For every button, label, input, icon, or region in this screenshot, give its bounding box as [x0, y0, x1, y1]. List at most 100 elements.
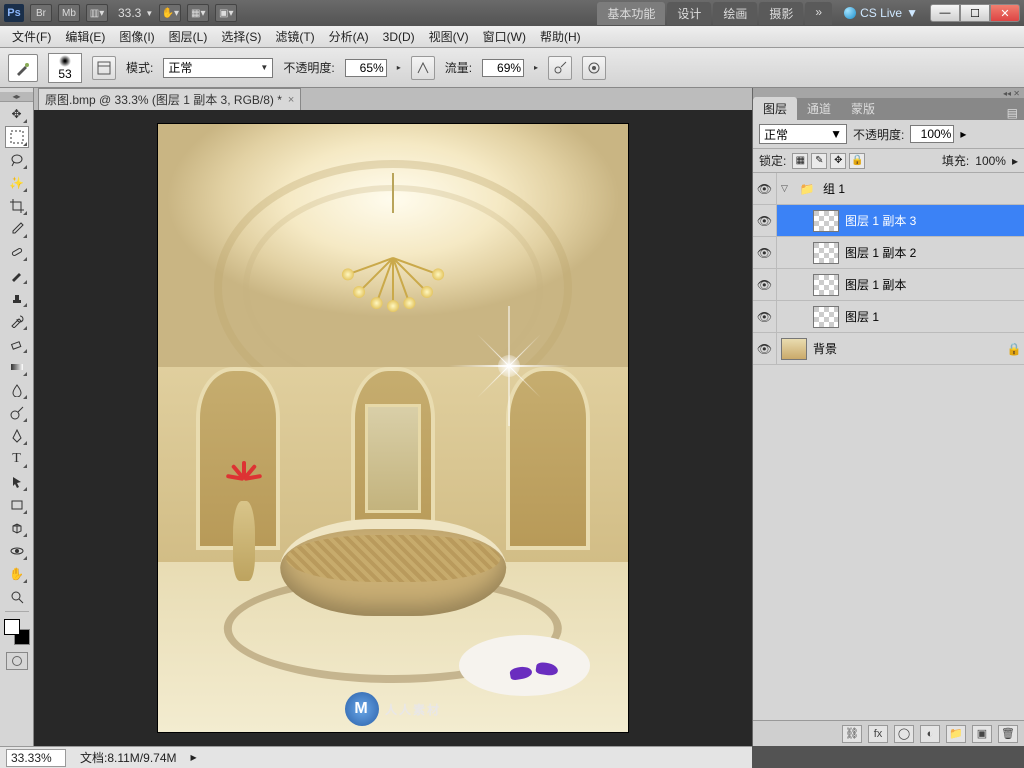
layer-name[interactable]: 图层 1 [845, 308, 879, 325]
zoom-tool[interactable] [5, 586, 29, 608]
screen-mode-button[interactable]: ▣▾ [215, 4, 237, 22]
opacity-flyout-icon[interactable]: ▸ [960, 127, 966, 141]
close-button[interactable]: ✕ [990, 4, 1020, 22]
layer-thumbnail[interactable] [781, 338, 807, 360]
workspace-photography[interactable]: 摄影 [759, 2, 803, 25]
visibility-toggle[interactable]: 👁 [753, 301, 777, 332]
flow-input[interactable] [482, 59, 524, 77]
canvas[interactable]: M 人人素材 [34, 110, 752, 746]
new-layer-button[interactable]: ▣ [972, 725, 992, 743]
tab-channels[interactable]: 通道 [797, 97, 841, 120]
minimize-button[interactable]: — [930, 4, 960, 22]
layer-row[interactable]: 👁 图层 1 副本 3 [753, 205, 1024, 237]
eyedropper-tool[interactable] [5, 218, 29, 240]
menu-analysis[interactable]: 分析(A) [323, 26, 375, 47]
link-layers-button[interactable]: ⛓ [842, 725, 862, 743]
gradient-tool[interactable] [5, 356, 29, 378]
tab-paths[interactable]: 蒙版 [841, 97, 885, 120]
clone-stamp-tool[interactable] [5, 287, 29, 309]
new-group-button[interactable]: 📁 [946, 725, 966, 743]
workspace-essentials[interactable]: 基本功能 [597, 2, 665, 25]
visibility-toggle[interactable]: 👁 [753, 173, 777, 204]
type-tool[interactable]: T [5, 448, 29, 470]
3d-tool[interactable] [5, 517, 29, 539]
menu-file[interactable]: 文件(F) [6, 26, 57, 47]
visibility-toggle[interactable]: 👁 [753, 205, 777, 236]
layer-row[interactable]: 👁 图层 1 副本 [753, 269, 1024, 301]
history-brush-tool[interactable] [5, 310, 29, 332]
marquee-tool[interactable] [5, 126, 29, 148]
lock-pixels-icon[interactable]: ✎ [811, 153, 827, 169]
tools-collapse-handle[interactable]: ◂▸ [0, 92, 33, 102]
lock-position-icon[interactable]: ✥ [830, 153, 846, 169]
tool-preset-picker[interactable] [8, 54, 38, 82]
tablet-pressure-size-toggle[interactable] [582, 56, 606, 80]
airbrush-toggle[interactable] [548, 56, 572, 80]
blend-mode-select[interactable]: 正常 ▼ [163, 58, 273, 78]
maximize-button[interactable]: ☐ [960, 4, 990, 22]
menu-view[interactable]: 视图(V) [423, 26, 475, 47]
layer-fx-button[interactable]: fx [868, 725, 888, 743]
quick-mask-toggle[interactable] [6, 652, 28, 670]
color-swatches[interactable] [4, 619, 30, 645]
layer-name[interactable]: 图层 1 副本 2 [845, 244, 916, 261]
visibility-toggle[interactable]: 👁 [753, 269, 777, 300]
crop-tool[interactable] [5, 195, 29, 217]
layer-name[interactable]: 组 1 [823, 180, 845, 197]
add-mask-button[interactable]: ◯ [894, 725, 914, 743]
cs-live-button[interactable]: CS Live ▼ [844, 6, 918, 20]
menu-filter[interactable]: 滤镜(T) [269, 26, 320, 47]
workspace-design[interactable]: 设计 [667, 2, 711, 25]
brush-panel-toggle[interactable] [92, 56, 116, 80]
workspace-more[interactable]: » [805, 2, 832, 25]
menu-select[interactable]: 选择(S) [215, 26, 267, 47]
view-extras-button[interactable]: ▥▾ [86, 4, 108, 22]
shape-tool[interactable] [5, 494, 29, 516]
brush-tool[interactable] [5, 264, 29, 286]
eraser-tool[interactable] [5, 333, 29, 355]
layer-group-row[interactable]: 👁 ▽ 📁 组 1 [753, 173, 1024, 205]
foreground-color-swatch[interactable] [4, 619, 20, 635]
menu-3d[interactable]: 3D(D) [377, 28, 421, 46]
layer-thumbnail[interactable] [813, 274, 839, 296]
tab-layers[interactable]: 图层 [753, 97, 797, 120]
minibridge-button[interactable]: Mb [58, 4, 80, 22]
menu-help[interactable]: 帮助(H) [534, 26, 587, 47]
layer-name[interactable]: 背景 [813, 340, 837, 357]
lock-all-icon[interactable]: 🔒 [849, 153, 865, 169]
lock-transparency-icon[interactable]: ▦ [792, 153, 808, 169]
status-zoom-input[interactable]: 33.33% [6, 749, 66, 767]
brush-preset-picker[interactable]: 53 [48, 53, 82, 83]
zoom-level-display[interactable]: 33.3 ▼ [118, 6, 153, 20]
fill-flyout-icon[interactable]: ▸ [1012, 154, 1018, 168]
arrange-docs-button[interactable]: ▦▾ [187, 4, 209, 22]
move-tool[interactable]: ✥ [5, 103, 29, 125]
blur-tool[interactable] [5, 379, 29, 401]
layer-row[interactable]: 👁 图层 1 [753, 301, 1024, 333]
pen-tool[interactable] [5, 425, 29, 447]
lasso-tool[interactable] [5, 149, 29, 171]
layer-fill-input[interactable]: 100% [975, 154, 1006, 168]
layer-thumbnail[interactable] [813, 306, 839, 328]
panel-menu-icon[interactable]: ▤ [1001, 106, 1024, 120]
delete-layer-button[interactable]: 🗑 [998, 725, 1018, 743]
hand-tool[interactable]: ✋ [5, 563, 29, 585]
opacity-pressure-toggle[interactable] [411, 56, 435, 80]
dodge-tool[interactable] [5, 402, 29, 424]
hand-tool-shortcut[interactable]: ✋▾ [159, 4, 181, 22]
layer-name[interactable]: 图层 1 副本 3 [845, 212, 916, 229]
opacity-flyout-icon[interactable]: ▸ [397, 63, 401, 72]
status-doc-info[interactable]: 文档:8.11M/9.74M [80, 749, 177, 766]
layer-row[interactable]: 👁 图层 1 副本 2 [753, 237, 1024, 269]
adjustment-layer-button[interactable]: ◐ [920, 725, 940, 743]
3d-camera-tool[interactable] [5, 540, 29, 562]
menu-edit[interactable]: 编辑(E) [59, 26, 111, 47]
layer-thumbnail[interactable] [813, 242, 839, 264]
menu-window[interactable]: 窗口(W) [477, 26, 532, 47]
opacity-input[interactable] [345, 59, 387, 77]
healing-brush-tool[interactable] [5, 241, 29, 263]
flow-flyout-icon[interactable]: ▸ [534, 63, 538, 72]
disclosure-triangle-icon[interactable]: ▽ [781, 183, 791, 194]
layer-name[interactable]: 图层 1 副本 [845, 276, 906, 293]
menu-layer[interactable]: 图层(L) [163, 26, 214, 47]
